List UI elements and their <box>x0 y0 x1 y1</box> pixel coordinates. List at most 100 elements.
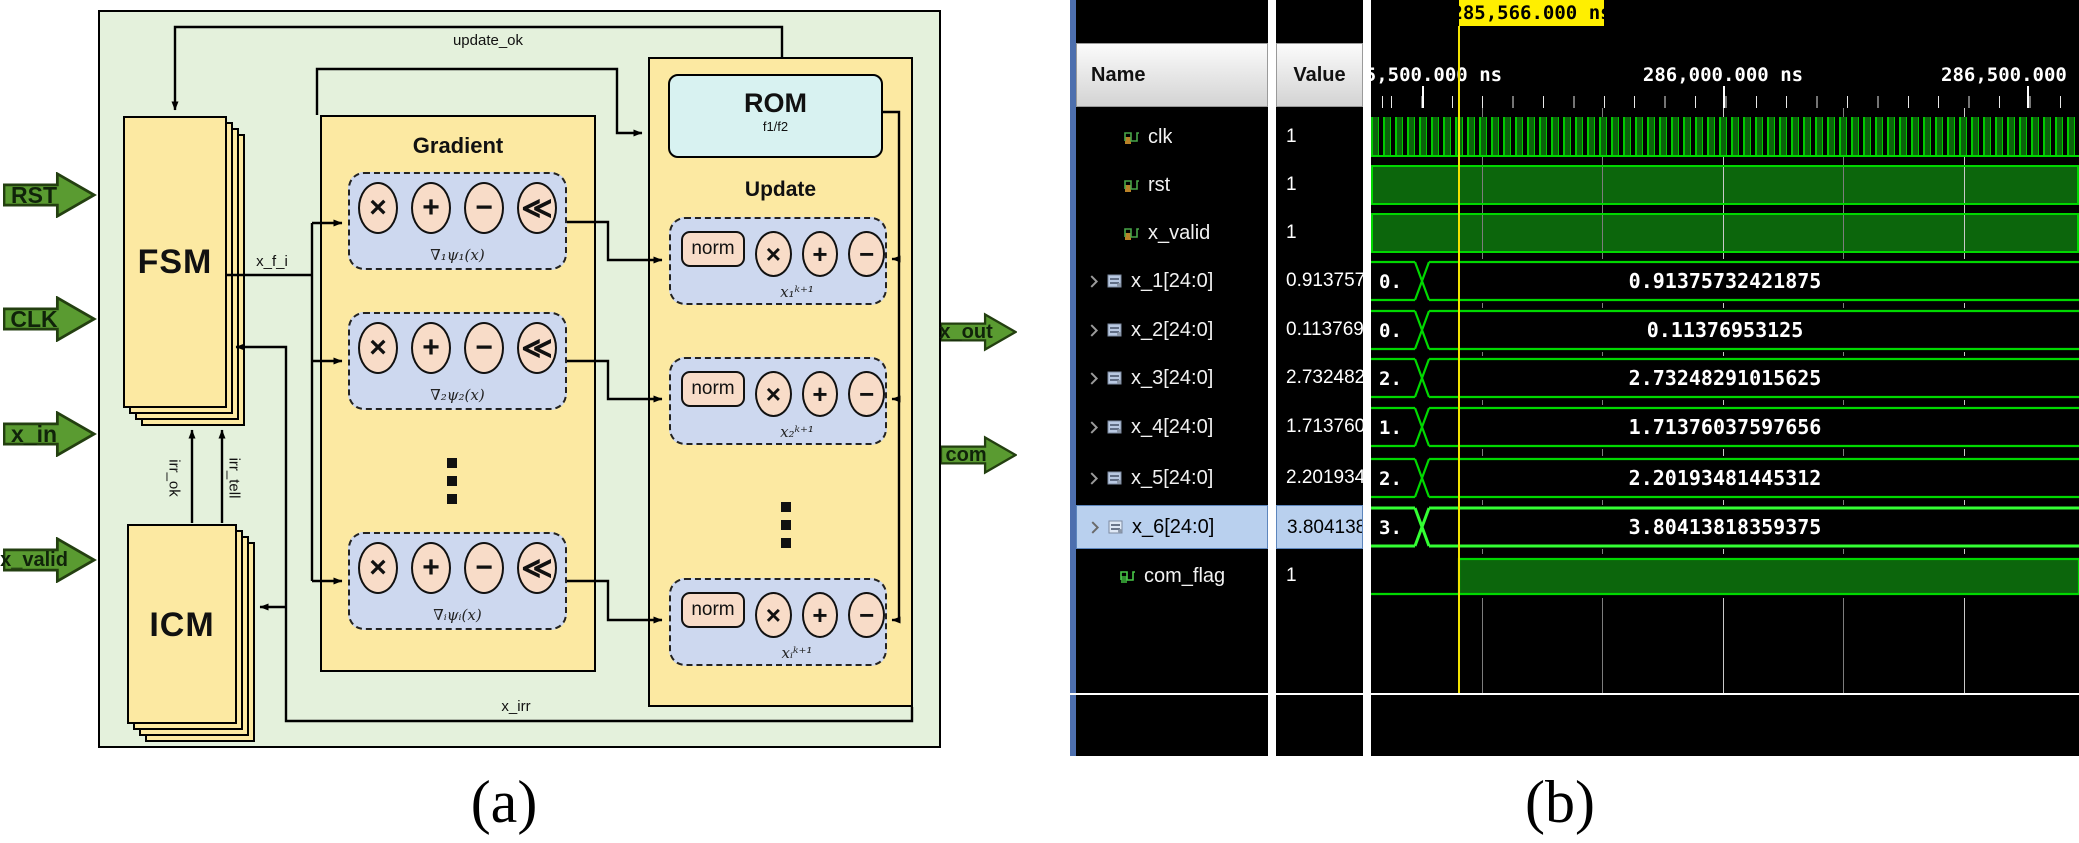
x-3-waveform: 2. 2.73248291015625 <box>1371 356 2079 400</box>
signal-row-x-1[interactable]: x_1[24:0] <box>1076 259 1268 303</box>
bus-signal-icon <box>1107 470 1123 486</box>
gradient-unit-2: × + − ≪ ∇₂ψ₂(x) <box>348 312 567 410</box>
name-column-header[interactable]: Name <box>1076 43 1268 107</box>
architecture-diagram: FSM ICM Gradient × + − ≪ ∇₁ψ₁(x) × + − <box>0 0 1040 770</box>
signal-name: com_flag <box>1144 565 1225 588</box>
bus-value: 2.73248291015625 <box>1629 366 1822 390</box>
expander-chevron-icon[interactable] <box>1090 472 1099 485</box>
output-label-x-out: x_out <box>941 309 991 355</box>
x-f-i-wire-label: x_f_i <box>242 253 302 270</box>
input-arrow-x-valid: x_valid <box>3 537 97 583</box>
bus-prefix: 2. <box>1379 468 1402 490</box>
subtract-icon: − <box>848 371 885 417</box>
name-header-label: Name <box>1091 64 1145 87</box>
update-unit-1-label: x₁ᵏ⁺¹ <box>737 283 857 301</box>
signal-row-x-5[interactable]: x_5[24:0] <box>1076 456 1268 500</box>
scalar-signal-icon <box>1124 177 1140 193</box>
subtract-icon: − <box>464 322 504 374</box>
value-cell-x-4: 1.7137603 <box>1276 405 1363 449</box>
add-icon: + <box>802 371 839 417</box>
output-arrow-x-out: x_out <box>941 309 1017 355</box>
caption-b: (b) <box>1480 768 1640 837</box>
time-cursor[interactable] <box>1458 26 1460 693</box>
value-cell-x-6-selected: 3.8041381 <box>1276 505 1363 549</box>
expander-chevron-icon[interactable] <box>1091 521 1100 534</box>
expander-chevron-icon[interactable] <box>1090 324 1099 337</box>
value-column-header[interactable]: Value <box>1276 43 1363 107</box>
wave-area[interactable]: 285,500.000 ns 286,000.000 ns 286,500.00… <box>1371 0 2079 756</box>
multiply-icon: × <box>358 182 398 234</box>
input-arrow-clk: CLK <box>3 296 97 342</box>
multiply-icon: × <box>755 592 792 638</box>
value-cell-clk: 1 <box>1276 115 1363 159</box>
update-ok-wire-label: update_ok <box>418 32 558 49</box>
update-unit-i-label: xᵢᵏ⁺¹ <box>737 644 857 662</box>
x-4-waveform: 1. 1.71376037597656 <box>1371 405 2079 449</box>
signal-name: x_valid <box>1148 222 1210 245</box>
expander-chevron-icon[interactable] <box>1090 421 1099 434</box>
signal-name: rst <box>1148 174 1170 197</box>
rst-waveform <box>1371 165 2079 205</box>
gradient-unit-1-label: ∇₁ψ₁(x) <box>350 246 565 264</box>
signal-name: x_6[24:0] <box>1132 516 1214 539</box>
add-icon: + <box>411 322 451 374</box>
caption-a: (a) <box>424 768 584 837</box>
simulation-waveform-panel: Name Value clk rst x_valid x_1[24:0] x_2… <box>1070 0 2079 756</box>
subtract-icon: − <box>464 182 504 234</box>
signal-row-x-3[interactable]: x_3[24:0] <box>1076 356 1268 400</box>
x-2-waveform: 0. 0.11376953125 <box>1371 308 2079 352</box>
expander-chevron-icon[interactable] <box>1090 372 1099 385</box>
value-cell-x-2: 0.1137695 <box>1276 308 1363 352</box>
signal-row-com-flag[interactable]: com_flag <box>1076 554 1268 598</box>
bus-value: 3.80413818359375 <box>1629 515 1822 539</box>
signal-name: x_1[24:0] <box>1131 270 1213 293</box>
update-unit-2: norm × + − x₂ᵏ⁺¹ <box>669 357 887 445</box>
bus-prefix: 0. <box>1379 320 1402 342</box>
x-irr-wire-label: x_irr <box>486 698 546 715</box>
bus-signal-icon <box>1108 519 1124 535</box>
value-cell-rst: 1 <box>1276 163 1363 207</box>
shift-icon: ≪ <box>517 542 557 594</box>
signal-row-x-valid[interactable]: x_valid <box>1076 211 1268 255</box>
add-icon: + <box>411 542 451 594</box>
bus-prefix: 0. <box>1379 271 1402 293</box>
add-icon: + <box>411 182 451 234</box>
norm-box: norm <box>681 231 745 267</box>
rom-block: ROM f1/f2 <box>668 74 883 158</box>
signal-name: x_2[24:0] <box>1131 319 1213 342</box>
expander-chevron-icon[interactable] <box>1090 275 1099 288</box>
figure: FSM ICM Gradient × + − ≪ ∇₁ψ₁(x) × + − <box>0 0 2079 843</box>
signal-row-x-4[interactable]: x_4[24:0] <box>1076 405 1268 449</box>
bus-value: 1.71376037597656 <box>1629 415 1822 439</box>
x-1-waveform: 0. 0.91375732421875 <box>1371 259 2079 303</box>
norm-box: norm <box>681 371 745 407</box>
input-label-x-valid: x_valid <box>3 537 65 583</box>
signal-row-clk[interactable]: clk <box>1076 115 1268 159</box>
value-cell-x-5: 2.2019348 <box>1276 456 1363 500</box>
clk-waveform <box>1371 117 2079 157</box>
bus-value: 0.11376953125 <box>1647 318 1804 342</box>
shift-icon: ≪ <box>517 182 557 234</box>
multiply-icon: × <box>755 231 792 277</box>
major-tick <box>1723 86 1725 108</box>
update-unit-2-label: x₂ᵏ⁺¹ <box>737 423 857 441</box>
input-label-rst: RST <box>3 172 65 218</box>
signal-name: x_3[24:0] <box>1131 367 1213 390</box>
bus-prefix: 2. <box>1379 368 1402 390</box>
bus-prefix: 1. <box>1379 417 1402 439</box>
output-label-com: com <box>941 432 991 478</box>
bus-prefix: 3. <box>1379 517 1402 539</box>
update-unit-1: norm × + − x₁ᵏ⁺¹ <box>669 217 887 305</box>
signal-row-rst[interactable]: rst <box>1076 163 1268 207</box>
subtract-icon: − <box>848 231 885 277</box>
shift-icon: ≪ <box>517 322 557 374</box>
time-label-286000: 286,000.000 ns <box>1643 64 1803 86</box>
signal-row-x-6-selected[interactable]: x_6[24:0] <box>1076 505 1268 549</box>
subtract-icon: − <box>464 542 504 594</box>
signal-row-x-2[interactable]: x_2[24:0] <box>1076 308 1268 352</box>
major-tick <box>1422 86 1424 108</box>
bus-signal-icon <box>1107 419 1123 435</box>
scalar-signal-icon <box>1124 225 1140 241</box>
panel-bottom-divider <box>1070 693 2079 695</box>
multiply-icon: × <box>358 542 398 594</box>
